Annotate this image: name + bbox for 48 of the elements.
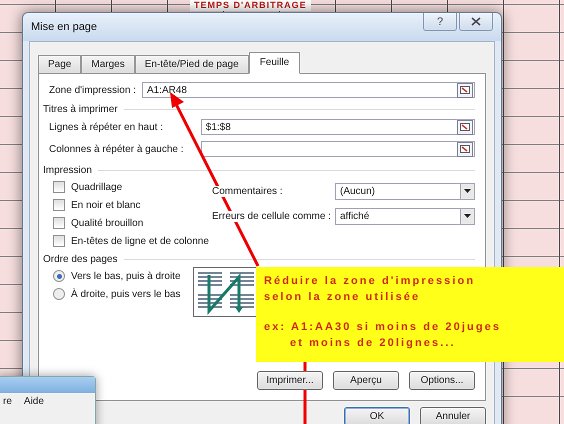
field-label: Erreurs de cellule comme : <box>212 210 329 222</box>
checkbox-label: Qualité brouillon <box>71 218 144 228</box>
window-title: Mise en page <box>31 21 98 33</box>
checkbox[interactable] <box>53 235 65 247</box>
tab[interactable]: Feuille <box>248 52 300 74</box>
checkbox[interactable] <box>53 199 65 211</box>
menu-item[interactable]: re <box>3 396 12 407</box>
checkbox-label: En-têtes de ligne et de colonne <box>71 236 209 246</box>
note-text: ex: A1:AA30 si moins de 20juges <box>264 320 502 335</box>
input-field[interactable]: A1:AR48 <box>142 82 475 98</box>
field-label: Zone d'impression : <box>49 84 136 96</box>
dialog-button[interactable]: Imprimer... <box>257 371 323 390</box>
tab[interactable]: En-tête/Pied de page <box>134 55 249 74</box>
page-order-drawing <box>193 267 259 317</box>
dropdown[interactable]: (Aucun) <box>335 182 475 200</box>
input-field[interactable] <box>200 141 475 157</box>
close-button[interactable] <box>459 13 493 31</box>
dialog-button[interactable]: Aperçu <box>333 371 399 390</box>
group-title: Ordre des pages <box>43 254 118 265</box>
group-title: Titres à imprimer <box>43 104 118 115</box>
radio-button[interactable] <box>53 288 65 300</box>
cancel-button[interactable]: Annuler <box>420 407 486 424</box>
ok-button[interactable]: OK <box>344 407 410 424</box>
collapse-icon[interactable] <box>457 142 473 156</box>
note-text: et moins de 20lignes... <box>289 336 457 351</box>
collapse-icon[interactable] <box>457 120 473 134</box>
field-label: Colonnes à répéter à gauche : <box>49 144 185 154</box>
group-title: Impression <box>43 165 92 176</box>
menu-item[interactable]: Aide <box>24 396 44 407</box>
collapse-icon[interactable] <box>457 82 473 98</box>
help-button[interactable]: ? <box>423 13 457 31</box>
tab[interactable]: Marges <box>81 55 135 74</box>
checkbox-label: En noir et blanc <box>71 200 140 210</box>
checkbox[interactable] <box>53 181 65 193</box>
dialog-button[interactable]: Options... <box>409 371 475 390</box>
radio-label: Vers le bas, puis à droite <box>71 270 181 282</box>
checkbox[interactable] <box>53 217 65 229</box>
radio-button[interactable] <box>53 270 65 282</box>
input-field[interactable]: $1:$8 <box>200 119 475 135</box>
tab[interactable]: Page <box>38 55 82 74</box>
note-text: Réduire la zone d'impression <box>264 274 476 289</box>
dropdown[interactable]: affiché <box>335 208 475 224</box>
sheet-header: TEMPS D'ARBITRAGE <box>190 0 311 11</box>
field-label: Lignes à répéter en haut : <box>49 122 164 132</box>
checkbox-label: Quadrillage <box>71 182 122 192</box>
radio-label: À droite, puis vers le bas <box>71 288 180 300</box>
note-text: selon la zone utilisée <box>264 290 422 305</box>
close-icon <box>471 17 481 26</box>
